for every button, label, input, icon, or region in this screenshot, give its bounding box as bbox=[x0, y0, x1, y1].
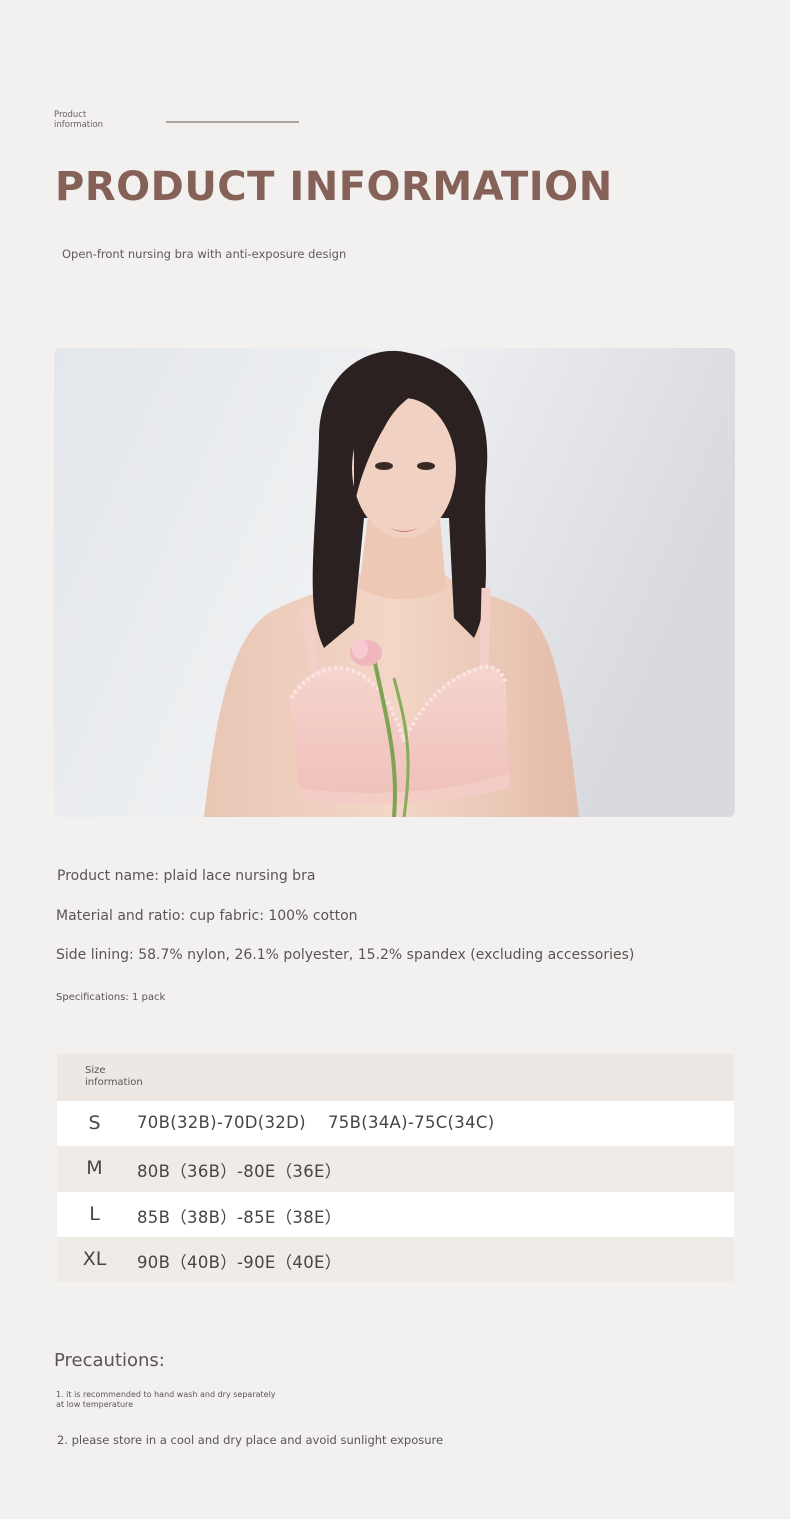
precautions-title: Precautions: bbox=[54, 1350, 165, 1371]
side-lining: Side lining: 58.7% nylon, 26.1% polyeste… bbox=[56, 947, 635, 963]
table-row: L 85B（38B）-85E（38E） bbox=[57, 1192, 734, 1237]
page-subtitle: Open-front nursing bra with anti-exposur… bbox=[62, 247, 347, 261]
header-rule bbox=[166, 121, 299, 123]
size-range: 90B（40B）-90E（40E） bbox=[137, 1253, 342, 1272]
size-table: Size information S 70B(32B)-70D(32D) 75B… bbox=[57, 1054, 734, 1282]
size-range: 80B（36B）-80E（36E） bbox=[137, 1162, 342, 1181]
table-row: XL 90B（40B）-90E（40E） bbox=[57, 1237, 734, 1282]
product-photo bbox=[54, 348, 735, 817]
size-range: 85B（38B）-85E（38E） bbox=[137, 1208, 342, 1227]
section-label: Product information bbox=[54, 110, 104, 130]
table-row: S 70B(32B)-70D(32D) 75B(34A)-75C(34C) bbox=[57, 1101, 734, 1146]
size-table-header-label: Size information bbox=[85, 1065, 143, 1088]
precaution-item: 1. it is recommended to hand wash and dr… bbox=[56, 1390, 276, 1409]
table-row: M 80B（36B）-80E（36E） bbox=[57, 1146, 734, 1192]
page-title: PRODUCT INFORMATION bbox=[55, 164, 613, 210]
model-illustration bbox=[54, 348, 735, 817]
precaution-item: 2. please store in a cool and dry place … bbox=[57, 1433, 444, 1447]
size-range: 70B(32B)-70D(32D) 75B(34A)-75C(34C) bbox=[137, 1113, 495, 1132]
size-label: S bbox=[88, 1112, 101, 1134]
size-label: M bbox=[86, 1157, 103, 1179]
material-ratio: Material and ratio: cup fabric: 100% cot… bbox=[56, 908, 358, 924]
product-name: Product name: plaid lace nursing bra bbox=[57, 868, 316, 884]
size-label: XL bbox=[82, 1248, 107, 1270]
specifications: Specifications: 1 pack bbox=[56, 992, 166, 1003]
size-label: L bbox=[89, 1203, 100, 1225]
size-table-header: Size information bbox=[57, 1054, 734, 1101]
